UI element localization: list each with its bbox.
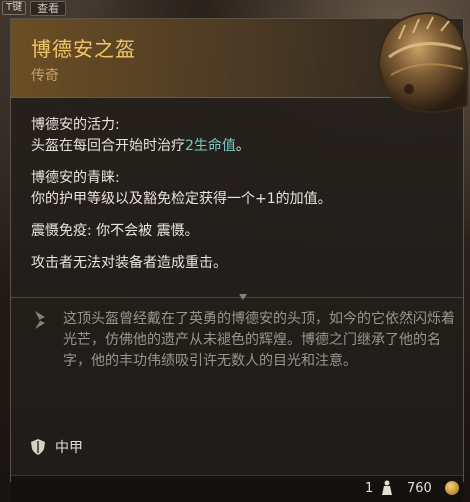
weight-icon xyxy=(382,480,392,495)
armor-type-label: 中甲 xyxy=(55,440,83,456)
effect-text: 你的护甲等级以及豁免检定获得一个+1的加值。 xyxy=(31,191,332,207)
coin-icon xyxy=(445,481,459,495)
heal-amount[interactable]: 2生命值 xyxy=(185,138,236,154)
effect-stun-immunity: 震慑免疫: 你不会被 震慑。 xyxy=(31,223,199,239)
quill-icon xyxy=(35,311,45,329)
tooltip-footer: 1 760 xyxy=(11,475,463,502)
key-hint: T键 xyxy=(2,1,27,15)
armor-type-row: 中甲 xyxy=(31,437,83,457)
item-rarity: 传奇 xyxy=(31,68,59,84)
helmet-icon xyxy=(377,11,468,114)
effect-favour: 博德安的青睐: 你的护甲等级以及豁免检定获得一个+1的加值。 xyxy=(31,168,451,210)
effect-crit-immunity: 攻击者无法对装备者造成重击。 xyxy=(31,255,227,271)
price-value: 760 xyxy=(407,481,432,496)
item-tooltip: 博德安之盔 传奇 博德安的活力: 头盔在每回合开始时治疗2生命值。 博德安的青睐… xyxy=(10,11,468,502)
view-button[interactable]: 查看 xyxy=(30,0,67,16)
lore-text: 这顶头盔曾经戴在了英勇的博德安的头顶，如今的它依然闪烁着光芒，仿佛他的遗产从未褪… xyxy=(63,311,455,369)
effect-title: 博德安的活力: xyxy=(31,117,120,133)
effect-vitality: 博德安的活力: 头盔在每回合开始时治疗2生命值。 xyxy=(31,115,451,157)
effect-title: 博德安的青睐: xyxy=(31,170,120,186)
effect-text: 头盔在每回合开始时治疗2生命值。 xyxy=(31,138,250,154)
tooltip-header: 博德安之盔 传奇 xyxy=(11,11,468,114)
item-effects: 博德安的活力: 头盔在每回合开始时治疗2生命值。 博德安的青睐: 你的护甲等级以… xyxy=(31,115,451,285)
section-divider xyxy=(11,297,463,298)
item-name: 博德安之盔 xyxy=(31,37,136,61)
shield-icon xyxy=(31,439,45,455)
top-hint-bar: T键 查看 xyxy=(0,0,67,16)
weight-value: 1 xyxy=(365,481,374,496)
